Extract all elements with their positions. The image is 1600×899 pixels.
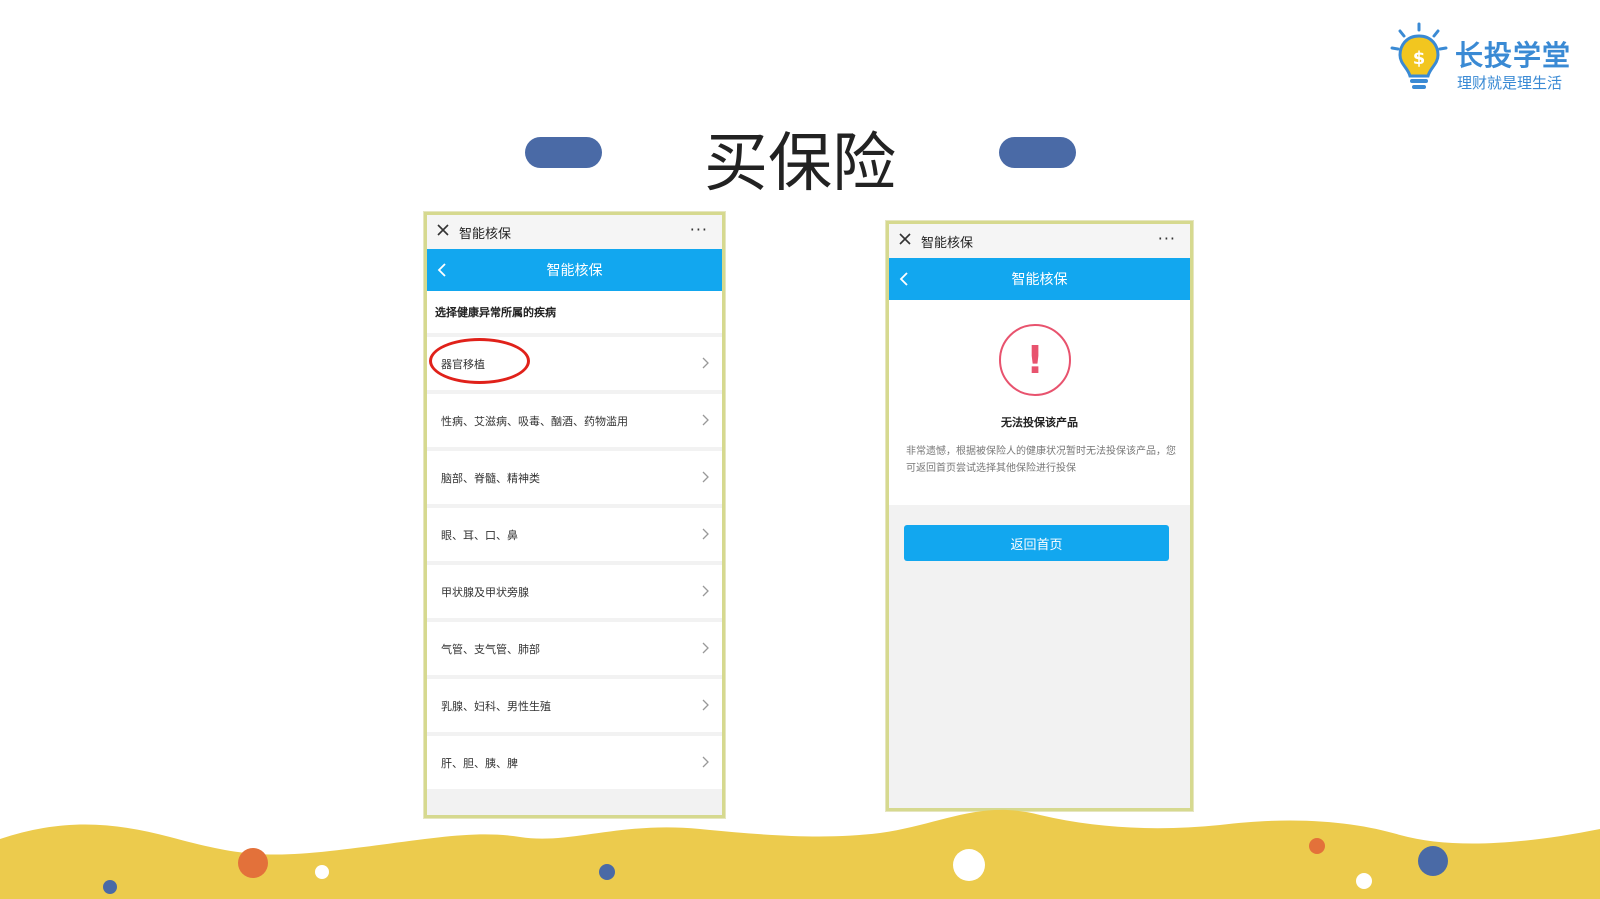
disease-item-std-drugs[interactable]: 性病、艾滋病、吸毒、酗酒、药物滥用 [427,394,722,447]
chevron-right-icon [702,756,709,768]
wave-footer-decoration [0,809,1600,899]
window-topbar: 智能核保 ··· [427,215,722,249]
close-icon[interactable] [436,223,450,237]
brand-name: 长投学堂 [1455,39,1572,72]
list-item-label: 器官移植 [441,357,485,371]
list-item-label: 脑部、脊髓、精神类 [441,471,540,485]
return-home-button[interactable]: 返回首页 [904,525,1169,561]
nav-title: 智能核保 [546,263,603,279]
page-title: 买保险 [704,127,896,201]
list-item-label: 眼、耳、口、鼻 [441,528,518,542]
disease-item-organ-transplant[interactable]: 器官移植 [427,337,722,390]
exclamation-warning-icon: ! [999,324,1071,396]
window-title: 智能核保 [921,236,974,251]
more-dots-icon[interactable]: ··· [1158,229,1176,248]
disease-item-brain-spine[interactable]: 脑部、脊髓、精神类 [427,451,722,504]
window-title: 智能核保 [459,227,512,242]
brand-logo: $ 长投学堂 理财就是理生活 [1388,22,1588,94]
lightbulb-dollar-icon: $ [1390,22,1448,89]
chevron-right-icon [702,414,709,426]
chevron-right-icon [702,471,709,483]
result-title: 无法投保该产品 [1001,416,1078,429]
navigation-bar: 智能核保 [427,249,722,291]
result-card: ! 无法投保该产品 非常遗憾，根据被保险人的健康状况暂时无法投保该产品，您可返回… [889,300,1190,505]
list-item-label: 肝、胆、胰、脾 [441,756,518,770]
window-topbar: 智能核保 ··· [889,224,1190,258]
list-item-label: 性病、艾滋病、吸毒、酗酒、药物滥用 [441,414,628,428]
brand-slogan: 理财就是理生活 [1457,74,1563,92]
title-decoration-pill-right [999,137,1076,168]
title-decoration-pill-left [525,137,602,168]
nav-title: 智能核保 [1011,272,1068,288]
disease-item-respiratory[interactable]: 气管、支气管、肺部 [427,622,722,675]
disease-item-liver[interactable]: 肝、胆、胰、脾 [427,736,722,789]
section-title: 选择健康异常所属的疾病 [427,291,722,333]
navigation-bar: 智能核保 [889,258,1190,300]
list-item-label: 气管、支气管、肺部 [441,642,540,656]
disease-item-thyroid[interactable]: 甲状腺及甲状旁腺 [427,565,722,618]
chevron-right-icon [702,585,709,597]
chevron-right-icon [702,528,709,540]
phone-screenshot-result: 智能核保 ··· 智能核保 ! 无法投保该产品 非常遗憾，根据被保险人的健康状况… [886,221,1193,811]
chevron-right-icon [702,642,709,654]
close-icon[interactable] [898,232,912,246]
disease-item-eye-ear[interactable]: 眼、耳、口、鼻 [427,508,722,561]
chevron-right-icon [702,357,709,369]
chevron-right-icon [702,699,709,711]
list-item-label: 乳腺、妇科、男性生殖 [441,699,551,713]
disease-item-reproductive[interactable]: 乳腺、妇科、男性生殖 [427,679,722,732]
result-description: 非常遗憾，根据被保险人的健康状况暂时无法投保该产品，您可返回首页尝试选择其他保险… [906,446,1176,474]
phone-screenshot-disease-list: 智能核保 ··· 智能核保 选择健康异常所属的疾病 器官移植 性病、艾滋病、吸毒… [424,212,725,818]
svg-text:$: $ [1413,48,1426,69]
list-item-label: 甲状腺及甲状旁腺 [441,585,529,599]
more-dots-icon[interactable]: ··· [690,220,708,239]
